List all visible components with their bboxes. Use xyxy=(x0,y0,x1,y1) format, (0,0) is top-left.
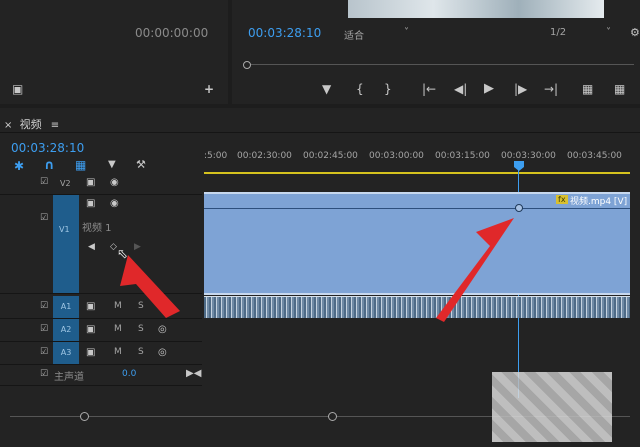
arrow-to-keyframe xyxy=(436,218,514,322)
arrow-to-add-keyframe xyxy=(120,255,180,318)
watermark-patch xyxy=(492,372,612,442)
